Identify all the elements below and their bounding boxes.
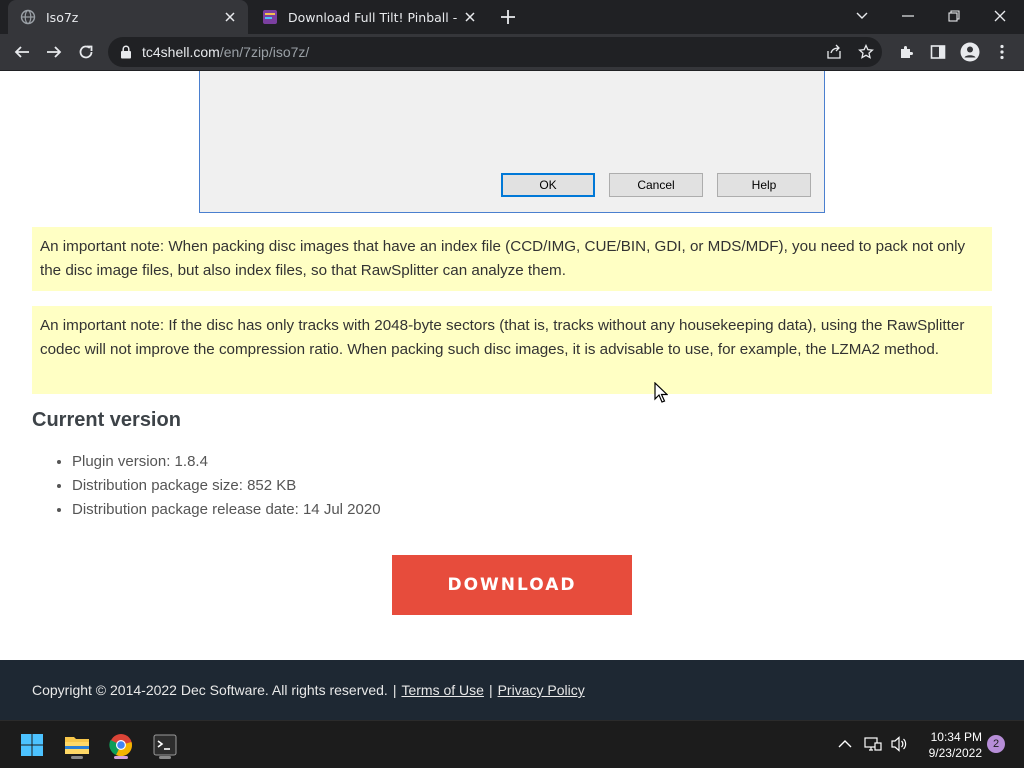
tab-full-tilt-pinball[interactable]: Download Full Tilt! Pinball - My A <box>250 0 488 34</box>
dialog-ok-button: OK <box>501 173 595 197</box>
system-clock[interactable]: 10:34 PM 9/23/2022 <box>916 729 982 761</box>
important-note-2048-sectors: An important note: If the disc has only … <box>32 306 992 394</box>
url-path: /en/7zip/iso7z/ <box>219 44 310 60</box>
address-bar[interactable]: tc4shell.com/en/7zip/iso7z/ <box>108 37 882 67</box>
minimize-icon[interactable] <box>894 4 922 28</box>
bookmark-star-icon[interactable] <box>858 44 874 60</box>
side-panel-icon[interactable] <box>926 40 950 64</box>
terms-of-use-link[interactable]: Terms of Use <box>401 682 483 698</box>
download-button[interactable]: DOWNLOAD <box>392 555 632 615</box>
clock-time: 10:34 PM <box>930 730 982 744</box>
close-tab-icon[interactable] <box>222 9 238 25</box>
forward-arrow-icon[interactable] <box>42 40 66 64</box>
tab-title: Download Full Tilt! Pinball - My A <box>288 9 462 25</box>
reload-icon[interactable] <box>74 40 98 64</box>
privacy-policy-link[interactable]: Privacy Policy <box>498 682 585 698</box>
dialog-help-button: Help <box>717 173 811 197</box>
footer-separator: | <box>392 682 397 698</box>
package-size-item: Distribution package size: 852 KB <box>72 474 381 498</box>
site-favicon-icon <box>262 9 278 25</box>
dialog-screenshot-image: OK Cancel Help <box>199 71 825 213</box>
close-tab-icon[interactable] <box>462 9 478 25</box>
profile-avatar-icon[interactable] <box>958 40 982 64</box>
notification-count-badge[interactable]: 2 <box>987 735 1005 753</box>
terminal-icon[interactable] <box>149 729 181 761</box>
browser-tab-bar: Iso7z Download Full Tilt! Pinball - My A <box>0 0 1024 34</box>
browser-toolbar: tc4shell.com/en/7zip/iso7z/ <box>0 34 1024 71</box>
running-indicator <box>159 756 171 759</box>
windows-start-icon[interactable] <box>16 729 48 761</box>
back-arrow-icon[interactable] <box>10 40 34 64</box>
show-hidden-icons-chevron-up-icon[interactable] <box>836 735 854 753</box>
version-info-list: Plugin version: 1.8.4 Distribution packa… <box>72 450 381 522</box>
url-host: tc4shell.com <box>142 44 220 60</box>
lock-icon[interactable] <box>120 45 132 59</box>
copyright-text: Copyright © 2014-2022 Dec Software. All … <box>32 682 388 698</box>
file-explorer-icon[interactable] <box>61 729 93 761</box>
share-icon[interactable] <box>826 44 842 60</box>
clock-date: 9/23/2022 <box>928 746 982 760</box>
important-note-index-files: An important note: When packing disc ima… <box>32 227 992 291</box>
kebab-menu-icon[interactable] <box>990 40 1014 64</box>
extensions-puzzle-icon[interactable] <box>894 40 918 64</box>
tab-search-chevron-down-icon[interactable] <box>848 4 876 28</box>
windows-taskbar: 10:34 PM 9/23/2022 <box>0 720 1024 768</box>
chrome-icon[interactable] <box>105 729 137 761</box>
close-window-icon[interactable] <box>986 4 1014 28</box>
network-icon[interactable] <box>864 735 882 753</box>
current-version-heading: Current version <box>32 409 181 431</box>
release-date-item: Distribution package release date: 14 Ju… <box>72 498 381 522</box>
tab-iso7z[interactable]: Iso7z <box>8 0 248 34</box>
running-indicator <box>71 756 83 759</box>
new-tab-plus-icon[interactable] <box>498 7 518 27</box>
dialog-cancel-button: Cancel <box>609 173 703 197</box>
mouse-cursor-icon <box>654 381 669 404</box>
plugin-version-item: Plugin version: 1.8.4 <box>72 450 381 474</box>
active-indicator <box>114 756 128 759</box>
restore-icon[interactable] <box>940 4 968 28</box>
globe-icon <box>20 9 36 25</box>
url-text: tc4shell.com/en/7zip/iso7z/ <box>142 44 309 60</box>
footer-separator: | <box>488 682 493 698</box>
page-content: OK Cancel Help An important note: When p… <box>0 71 1024 660</box>
site-footer: Copyright © 2014-2022 Dec Software. All … <box>0 660 1024 720</box>
volume-icon[interactable] <box>890 735 908 753</box>
tab-title: Iso7z <box>46 9 79 25</box>
